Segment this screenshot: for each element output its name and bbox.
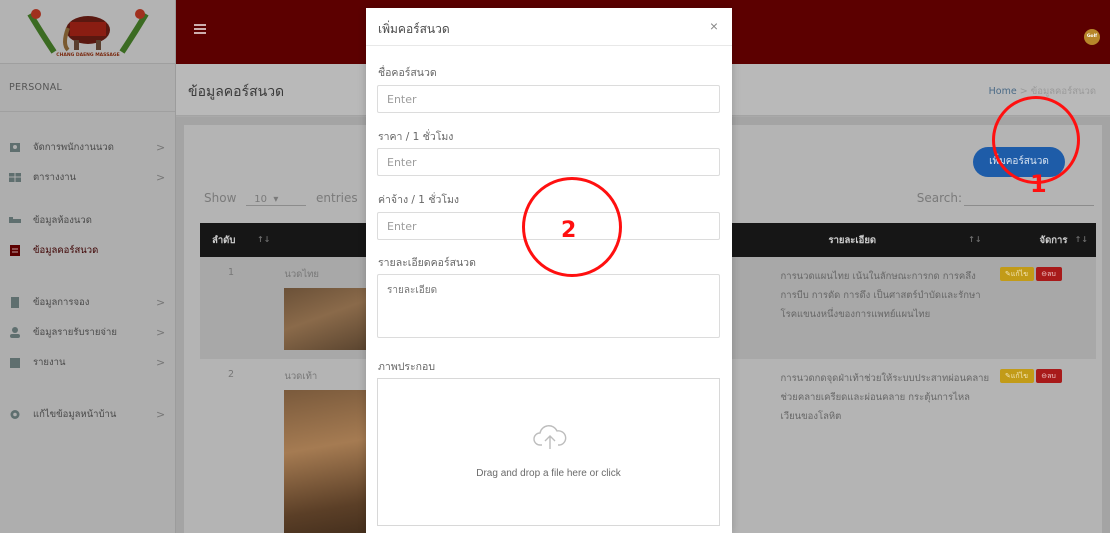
row-actions: ✎แก้ไข ⊖ลบ [989, 359, 1096, 533]
row-actions: ✎แก้ไข ⊖ลบ [989, 257, 1096, 359]
sidebar-item-reports[interactable]: รายงาน > [0, 347, 175, 377]
wage-label: ค่าจ้าง / 1 ชั่วโมง [378, 194, 460, 206]
report-icon [9, 357, 21, 368]
sidebar-item-label: รายงาน [33, 356, 66, 368]
avatar[interactable]: Golf [1084, 29, 1100, 45]
entries-value: 10 [254, 194, 267, 205]
price-input[interactable] [377, 148, 720, 176]
sidebar-item-label: แก้ไขข้อมูลหน้าบ้าน [33, 408, 117, 420]
user-icon [9, 326, 21, 338]
delete-button[interactable]: ⊖ลบ [1035, 267, 1062, 281]
sidebar-nav: จัดการพนักงานนวด > ตารางงาน > ข้อมูลห้อง… [0, 112, 175, 429]
sidebar-item-label: ข้อมูลห้องนวด [33, 214, 92, 226]
course-detail-textarea[interactable] [377, 274, 720, 338]
sidebar-item-bookings[interactable]: ข้อมูลการจอง > [0, 287, 175, 317]
hamburger-menu-icon[interactable] [194, 24, 206, 34]
image-dropzone[interactable]: Drag and drop a file here or click [377, 378, 720, 526]
annotation-number-2: 2 [561, 218, 577, 243]
course-detail-label: รายละเอียดคอร์สนวด [378, 257, 476, 269]
row-number: 2 [200, 359, 279, 533]
show-label: Show [204, 191, 237, 205]
chevron-right-icon: > [156, 140, 166, 154]
delete-button[interactable]: ⊖ลบ [1035, 369, 1062, 383]
sidebar-section-label: PERSONAL [0, 64, 175, 112]
chevron-right-icon: > [156, 407, 166, 421]
entries-select[interactable]: 10 ▾ [246, 194, 307, 206]
sidebar-item-label: ข้อมูลคอร์สนวด [33, 244, 99, 256]
logo-area: CHANG DAENG MASSAGE [0, 0, 175, 64]
search-input[interactable] [964, 205, 1094, 206]
sort-icon: ↑↓ [256, 235, 271, 244]
price-label: ราคา / 1 ชั่วโมง [378, 131, 454, 143]
col-header-manage[interactable]: จัดการ ↑↓ [989, 223, 1096, 257]
sidebar-item-courses[interactable]: ข้อมูลคอร์สนวด [0, 235, 175, 265]
col-header-detail[interactable]: รายละเอียด ↑↓ [758, 223, 990, 257]
logo[interactable]: CHANG DAENG MASSAGE [24, 4, 152, 60]
course-name-label: ชื่อคอร์สนวด [378, 67, 437, 79]
image-label: ภาพประกอบ [378, 361, 436, 373]
edit-button[interactable]: ✎แก้ไข [999, 369, 1034, 383]
sidebar-item-label: ข้อมูลการจอง [33, 296, 90, 308]
sidebar-item-schedule[interactable]: ตารางงาน > [0, 162, 175, 192]
chevron-right-icon: > [156, 355, 166, 369]
row-number: 1 [200, 257, 279, 359]
gear-icon [9, 409, 21, 420]
cloud-upload-icon [533, 425, 567, 449]
sidebar-item-finance[interactable]: ข้อมูลรายรับรายจ่าย > [0, 317, 175, 347]
sidebar-item-frontend-settings[interactable]: แก้ไขข้อมูลหน้าบ้าน > [0, 399, 175, 429]
course-detail: การนวดแผนไทย เน้นในลักษณะการกด การคลึง ก… [758, 257, 990, 359]
breadcrumb-separator: > [1019, 86, 1028, 97]
course-name-input[interactable] [377, 85, 720, 113]
modal-title: เพิ่มคอร์สนวด [378, 22, 450, 36]
sort-icon: ↑↓ [1074, 235, 1088, 244]
sort-icon: ↑↓ [968, 235, 982, 244]
page-title: ข้อมูลคอร์สนวด [188, 84, 285, 100]
list-icon [9, 244, 21, 256]
chevron-right-icon: > [156, 170, 166, 184]
sidebar: CHANG DAENG MASSAGE PERSONAL จัดการพนักง… [0, 0, 176, 533]
bed-icon [9, 215, 21, 226]
user-card-icon [9, 142, 21, 153]
annotation-number-1: 1 [1030, 170, 1047, 198]
search-label: Search: [916, 191, 962, 205]
caret-down-icon: ▾ [273, 194, 279, 205]
edit-button[interactable]: ✎แก้ไข [999, 267, 1034, 281]
sidebar-item-label: จัดการพนักงานนวด [33, 141, 114, 153]
dropzone-text: Drag and drop a file here or click [476, 468, 621, 479]
chevron-right-icon: > [156, 295, 166, 309]
sidebar-item-rooms[interactable]: ข้อมูลห้องนวด [0, 205, 175, 235]
chevron-right-icon: > [156, 325, 166, 339]
course-detail: การนวดกดจุดฝ่าเท้าช่วยให้ระบบประสาทผ่อนค… [758, 359, 990, 533]
sidebar-item-label: ข้อมูลรายรับรายจ่าย [33, 326, 117, 338]
sidebar-item-staff[interactable]: จัดการพนักงานนวด > [0, 132, 175, 162]
breadcrumb-home-link[interactable]: Home [989, 86, 1017, 97]
document-icon [9, 296, 21, 308]
table-icon [9, 172, 21, 183]
close-icon[interactable]: × [710, 18, 718, 34]
col-header-order[interactable]: ลำดับ ↑↓ [200, 223, 279, 257]
entries-label: entries [316, 191, 358, 205]
modal-header: เพิ่มคอร์สนวด × [366, 8, 732, 46]
entries-control: Show 10 ▾ entries [204, 191, 358, 206]
logo-text: CHANG DAENG MASSAGE [56, 52, 119, 58]
sidebar-item-label: ตารางงาน [33, 171, 77, 183]
